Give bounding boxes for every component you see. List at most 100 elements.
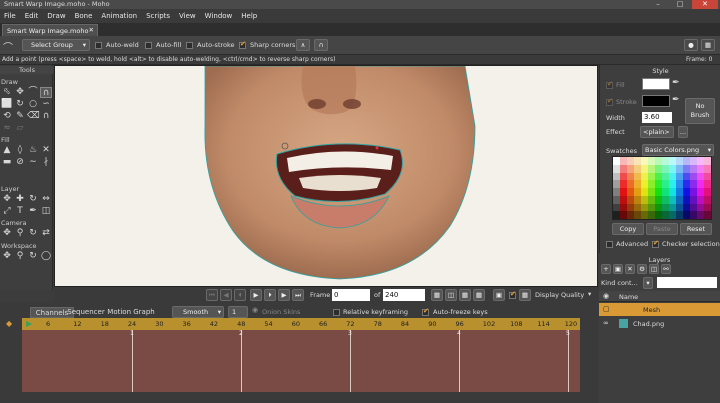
palette-swatch[interactable] (704, 172, 711, 181)
palette-swatch[interactable] (634, 203, 641, 212)
palette-swatch[interactable] (662, 157, 669, 165)
palette-swatch[interactable] (697, 195, 704, 204)
playhead-icon[interactable]: ▶ (26, 319, 32, 328)
palette-swatch[interactable] (634, 211, 641, 219)
text-tool-icon[interactable]: T (14, 206, 26, 217)
palette-swatch[interactable] (634, 195, 641, 204)
palette-swatch[interactable] (697, 172, 704, 181)
eraser-icon[interactable]: ⌫ (27, 111, 40, 122)
palette-swatch[interactable] (627, 211, 634, 219)
palette-swatch[interactable] (669, 188, 676, 196)
fill-eyedropper-icon[interactable]: ✒ (672, 78, 680, 88)
layer-row-mesh[interactable]: ▢ Mesh (599, 303, 720, 316)
palette-swatch[interactable] (662, 172, 669, 181)
close-tab-icon[interactable]: ✕ (89, 26, 94, 34)
width-input[interactable]: 3.60 (642, 112, 672, 123)
palette-swatch[interactable] (648, 203, 655, 212)
prev-key-icon[interactable]: ⏴ (234, 289, 246, 301)
palette-swatch[interactable] (620, 203, 627, 212)
palette-swatch[interactable] (704, 157, 711, 165)
palette-swatch[interactable] (641, 188, 648, 196)
palette-swatch[interactable] (655, 195, 662, 204)
palette-swatch[interactable] (676, 180, 683, 188)
palette-swatch[interactable] (627, 188, 634, 196)
rewind-icon[interactable]: ⏮ (206, 289, 218, 301)
palette-swatch[interactable] (634, 164, 641, 173)
view-split-icon[interactable]: ◫ (445, 289, 457, 301)
curvature-icon[interactable]: ∩ (40, 87, 52, 98)
palette-swatch[interactable] (683, 172, 690, 181)
minimize-icon[interactable]: – (648, 0, 668, 8)
palette-swatch[interactable] (690, 188, 697, 196)
frame-input[interactable]: 0 (332, 289, 370, 301)
palette-swatch[interactable] (655, 188, 662, 196)
palette-swatch[interactable] (669, 164, 676, 173)
pan-workspace-icon[interactable]: ✥ (1, 251, 13, 262)
duplicate-layer-icon[interactable]: ▣ (613, 264, 623, 274)
fill-color-swatch[interactable] (642, 78, 670, 90)
palette-swatch[interactable] (697, 180, 704, 188)
palette-swatch[interactable] (683, 211, 690, 219)
palette-swatch[interactable] (662, 164, 669, 173)
palette-swatch[interactable] (655, 180, 662, 188)
effect-more-button[interactable]: … (678, 126, 688, 138)
palette-swatch[interactable] (704, 188, 711, 196)
palette-swatch[interactable] (641, 195, 648, 204)
menu-edit[interactable]: Edit (25, 12, 39, 20)
switch-layer-icon[interactable]: ◫ (40, 206, 52, 217)
palette-swatch[interactable] (627, 195, 634, 204)
fill-checkbox[interactable] (606, 80, 613, 89)
view-quad-icon[interactable]: ▦ (459, 289, 471, 301)
menu-draw[interactable]: Draw (47, 12, 65, 20)
zoom-camera-icon[interactable]: ⚲ (14, 228, 26, 239)
new-layer-icon[interactable]: + (601, 264, 611, 274)
select-shape-icon[interactable]: ▲ (1, 145, 13, 156)
palette-swatch[interactable] (641, 172, 648, 181)
paste-button[interactable]: Paste (646, 223, 678, 235)
reset-button[interactable]: Reset (680, 223, 712, 235)
perspective-icon[interactable]: ▱ (14, 123, 26, 134)
palette-swatch[interactable] (676, 188, 683, 196)
auto-stroke-checkbox[interactable] (186, 42, 193, 49)
advanced-checkbox[interactable] (606, 241, 613, 248)
maximize-icon[interactable]: □ (670, 0, 690, 8)
play-icon[interactable]: ▶ (250, 289, 262, 301)
palette-swatch[interactable] (648, 157, 655, 165)
curve-profile-icon[interactable]: ∤ (40, 157, 52, 168)
effect-select[interactable]: <plain> (640, 126, 674, 138)
stroke-exposure-icon[interactable]: ∼ (27, 157, 39, 168)
layer-settings-icon[interactable]: ⚙ (637, 264, 647, 274)
palette-swatch[interactable] (662, 203, 669, 212)
palette-swatch[interactable] (613, 188, 620, 196)
next-key-icon[interactable]: ⏵ (264, 289, 276, 301)
zoom-workspace-icon[interactable]: ⚲ (14, 251, 26, 262)
tab-motion-graph[interactable]: Motion Graph (106, 307, 156, 318)
palette-swatch[interactable] (697, 203, 704, 212)
palette-swatch[interactable] (704, 180, 711, 188)
visibility-icon[interactable]: ▢ (603, 305, 610, 313)
menu-animation[interactable]: Animation (101, 12, 137, 20)
menu-window[interactable]: Window (205, 12, 233, 20)
palette-swatch[interactable] (704, 203, 711, 212)
palette-swatch[interactable] (634, 172, 641, 181)
eyedropper-icon[interactable]: ✒ (27, 206, 39, 217)
palette-swatch[interactable] (648, 211, 655, 219)
palette-swatch[interactable] (683, 164, 690, 173)
palette-swatch[interactable] (690, 203, 697, 212)
palette-swatch[interactable] (683, 203, 690, 212)
palette-swatch[interactable] (613, 157, 620, 165)
palette-swatch[interactable] (634, 188, 641, 196)
stroke-checkbox[interactable] (606, 97, 613, 106)
stroke-eyedropper-icon[interactable]: ✒ (672, 95, 680, 105)
frame-preview-icon[interactable]: ▣ (493, 289, 505, 301)
palette-swatch[interactable] (704, 195, 711, 204)
set-origin-icon[interactable]: ✚ (14, 194, 26, 205)
arch-icon[interactable]: ∩ (314, 39, 328, 51)
grid-icon[interactable]: ▦ (431, 289, 443, 301)
menu-help[interactable]: Help (241, 12, 257, 20)
palette-swatch[interactable] (690, 172, 697, 181)
palette-swatch[interactable] (620, 188, 627, 196)
palette-swatch[interactable] (613, 211, 620, 219)
select-points-icon[interactable]: ⬁ (1, 87, 13, 98)
palette-swatch[interactable] (627, 164, 634, 173)
